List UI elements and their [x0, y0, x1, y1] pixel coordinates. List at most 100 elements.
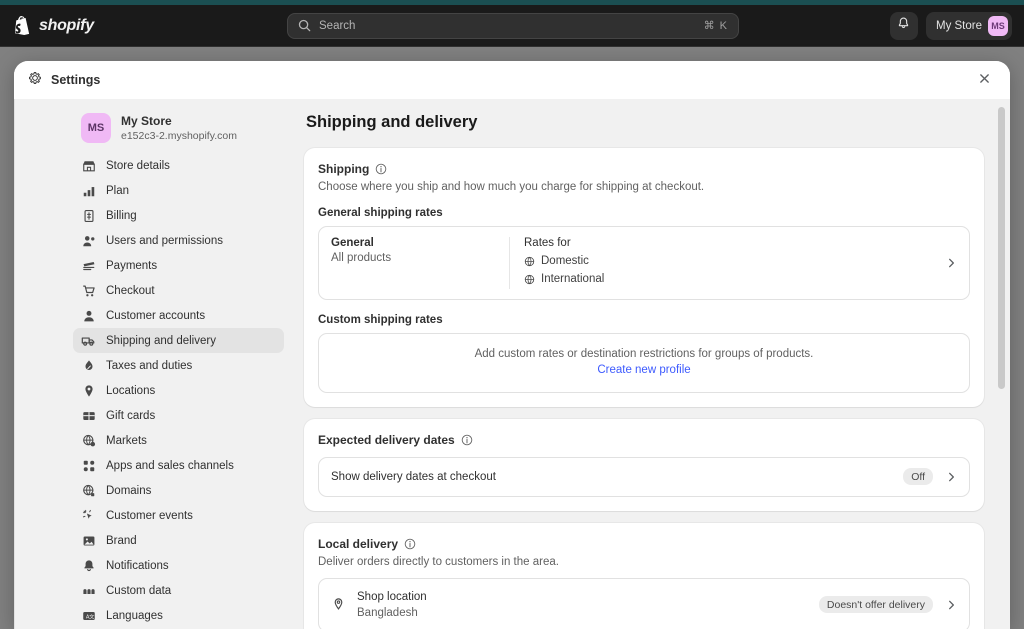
close-button[interactable] — [972, 68, 996, 92]
sidebar-item-label: Shipping and delivery — [106, 334, 216, 347]
show-delivery-dates-row[interactable]: Show delivery dates at checkout Off — [318, 456, 970, 497]
globe-icon — [524, 274, 535, 285]
sidebar-item-label: Markets — [106, 434, 147, 447]
sidebar-item-label: Languages — [106, 609, 163, 622]
settings-main-content: Shipping and delivery Shipping Choose wh… — [292, 99, 1010, 629]
sidebar-item-plan[interactable]: Plan — [73, 178, 284, 203]
search-input[interactable]: Search ⌘ K — [287, 12, 739, 39]
sidebar-item-label: Notifications — [106, 559, 169, 572]
taxes-icon — [81, 358, 96, 373]
chevron-right-icon[interactable] — [946, 471, 957, 482]
svg-text:文: 文 — [89, 612, 95, 620]
store-url: e152c3-2.myshopify.com — [121, 130, 237, 143]
sidebar-store-card[interactable]: MS My Store e152c3-2.myshopify.com — [73, 107, 284, 153]
sidebar-item-locations[interactable]: Locations — [73, 378, 284, 403]
sidebar-item-shipping-and-delivery[interactable]: Shipping and delivery — [73, 328, 284, 354]
sidebar-item-label: Gift cards — [106, 409, 156, 422]
sidebar-item-taxes-and-duties[interactable]: Taxes and duties — [73, 353, 284, 378]
sidebar-item-billing[interactable]: Billing — [73, 203, 284, 228]
local-delivery-heading: Local delivery — [318, 536, 399, 551]
profile-name: General — [331, 237, 374, 249]
shopify-bag-icon — [12, 15, 32, 37]
person-icon — [81, 308, 96, 323]
custom-data-icon — [81, 583, 96, 598]
profile-info: General All products — [331, 237, 509, 289]
create-new-profile-link[interactable]: Create new profile — [597, 364, 690, 376]
sidebar-item-customer-events[interactable]: Customer events — [73, 503, 284, 528]
location-pin-icon — [331, 597, 346, 612]
payments-icon — [81, 258, 96, 273]
location-subtitle: Bangladesh — [357, 606, 418, 619]
close-icon — [979, 71, 990, 89]
sidebar-item-brand[interactable]: Brand — [73, 528, 284, 553]
sidebar-item-custom-data[interactable]: Custom data — [73, 578, 284, 603]
sidebar-item-gift-cards[interactable]: Gift cards — [73, 403, 284, 428]
page-title: Settings — [51, 73, 101, 87]
rates-for-block: Rates for Domestic International — [524, 237, 604, 289]
shop-location-row[interactable]: Shop location Bangladesh Doesn't offer d… — [318, 577, 970, 629]
sidebar-item-customer-accounts[interactable]: Customer accounts — [73, 303, 284, 328]
topbar-right-actions: My Store MS — [889, 11, 1012, 40]
customer-events-icon — [81, 508, 96, 523]
modal-body: MS My Store e152c3-2.myshopify.com Store… — [14, 99, 1010, 629]
status-badge: Doesn't offer delivery — [818, 596, 933, 614]
rate-domestic: Domestic — [524, 253, 604, 271]
modal-title-group: Settings — [28, 71, 100, 90]
sidebar-item-label: Customer events — [106, 509, 193, 522]
local-delivery-description: Deliver orders directly to customers in … — [318, 555, 559, 568]
info-icon[interactable] — [375, 163, 387, 175]
scrollbar-thumb[interactable] — [998, 107, 1005, 389]
sidebar-item-checkout[interactable]: Checkout — [73, 278, 284, 303]
bell-icon — [897, 17, 910, 35]
shipping-card: Shipping Choose where you ship and how m… — [304, 148, 984, 407]
location-title: Shop location — [357, 590, 427, 603]
sidebar-item-apps-and-sales-channels[interactable]: Apps and sales channels — [73, 453, 284, 478]
languages-icon: A文 — [81, 608, 96, 623]
sidebar-item-label: Custom data — [106, 584, 172, 597]
expected-delivery-dates-heading: Expected delivery dates — [318, 432, 455, 447]
sidebar-item-domains[interactable]: Domains — [73, 478, 284, 503]
rates-for-label: Rates for — [524, 237, 571, 249]
sidebar-item-markets[interactable]: Markets — [73, 428, 284, 453]
search-shortcut-hint: ⌘ K — [703, 20, 728, 32]
sidebar-item-notifications[interactable]: Notifications — [73, 553, 284, 578]
sidebar-item-label: Billing — [106, 209, 137, 222]
sidebar-item-label: Brand — [106, 534, 137, 547]
sidebar-item-users-and-permissions[interactable]: Users and permissions — [73, 228, 284, 253]
sidebar-item-payments[interactable]: Payments — [73, 253, 284, 278]
info-icon[interactable] — [404, 538, 416, 550]
sidebar-item-label: Locations — [106, 384, 156, 397]
general-shipping-profile-row[interactable]: General All products Rates for Domestic — [318, 226, 970, 300]
location-text-block: Shop location Bangladesh — [357, 589, 427, 621]
expected-delivery-dates-card: Expected delivery dates Show delivery da… — [304, 418, 984, 511]
sidebar-item-label: Users and permissions — [106, 234, 223, 247]
scrollbar[interactable] — [998, 107, 1005, 621]
chevron-right-icon[interactable] — [946, 599, 957, 610]
sidebar-item-languages[interactable]: A文 Languages — [73, 603, 284, 628]
profile-scope: All products — [331, 252, 392, 264]
users-icon — [81, 233, 96, 248]
modal-header: Settings — [14, 61, 1010, 99]
bell-icon — [81, 558, 96, 573]
global-search[interactable]: Search ⌘ K — [287, 12, 739, 39]
shopify-brand[interactable]: shopify — [12, 15, 94, 37]
sidebar-item-label: Store details — [106, 159, 170, 172]
store-switcher-button[interactable]: My Store MS — [925, 11, 1012, 40]
location-row: Shop location Bangladesh Doesn't offer d… — [319, 579, 969, 629]
cart-icon — [81, 283, 96, 298]
settings-sidebar: MS My Store e152c3-2.myshopify.com Store… — [14, 99, 292, 629]
admin-topbar: shopify Search ⌘ K My Store MS — [0, 5, 1024, 47]
info-icon[interactable] — [461, 434, 473, 446]
sidebar-item-store-details[interactable]: Store details — [73, 153, 284, 178]
sidebar-item-label: Apps and sales channels — [106, 459, 234, 472]
sidebar-item-label: Domains — [106, 484, 152, 497]
search-placeholder: Search — [319, 19, 356, 32]
chevron-right-icon[interactable] — [946, 257, 957, 268]
settings-modal: Settings MS My Store e152c3-2.myshopify.… — [14, 61, 1010, 629]
local-delivery-header: Local delivery — [318, 537, 970, 551]
setting-row: Show delivery dates at checkout Off — [319, 458, 969, 496]
notifications-button[interactable] — [889, 11, 918, 40]
brand-image-icon — [81, 533, 96, 548]
custom-shipping-rates-label: Custom shipping rates — [318, 313, 443, 326]
divider — [509, 237, 510, 289]
